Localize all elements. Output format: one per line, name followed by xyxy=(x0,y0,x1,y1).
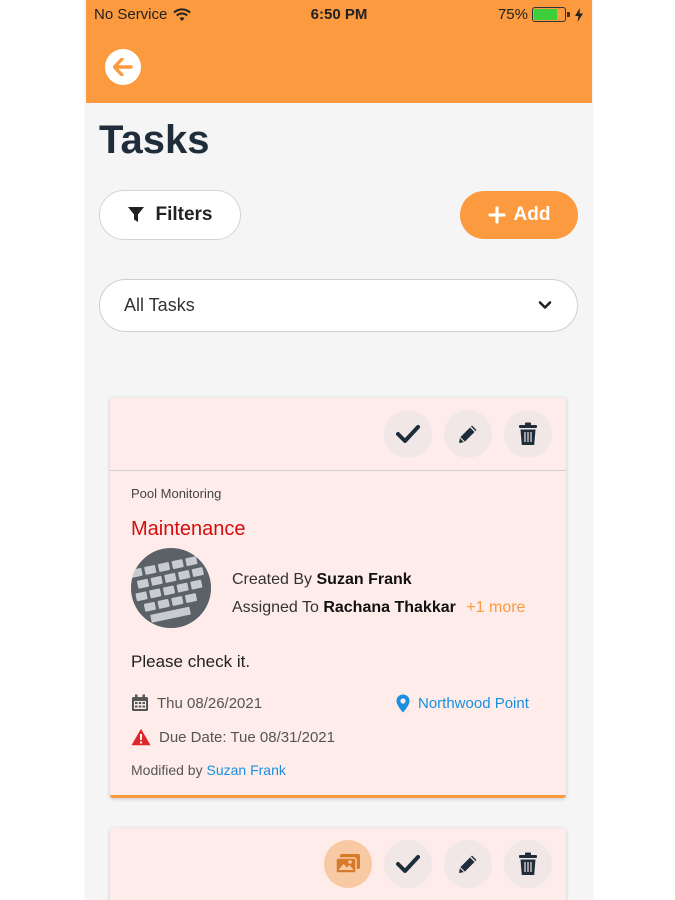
task-category: Pool Monitoring xyxy=(131,486,222,501)
plus-icon xyxy=(487,206,506,224)
card-actions xyxy=(384,410,552,458)
complete-button[interactable] xyxy=(384,840,432,888)
battery-icon xyxy=(532,7,570,22)
created-by-name: Suzan Frank xyxy=(316,571,412,588)
assigned-to-line: Assigned To Rachana Thakkar +1 more xyxy=(232,594,525,622)
assigned-more-link[interactable]: +1 more xyxy=(466,599,525,616)
created-by-prefix: Created By xyxy=(232,571,313,588)
add-button[interactable]: Add xyxy=(460,191,578,239)
status-right: 75% xyxy=(498,6,584,23)
filter-icon xyxy=(128,207,145,222)
task-description: Please check it. xyxy=(131,652,251,671)
assigned-to-prefix: Assigned To xyxy=(232,599,319,616)
avatar xyxy=(131,548,211,628)
check-icon xyxy=(396,425,420,443)
modified-by-name[interactable]: Suzan Frank xyxy=(206,762,285,778)
task-due-date: Due Date: Tue 08/31/2021 xyxy=(159,728,335,746)
modified-by-line: Modified by Suzan Frank xyxy=(131,762,286,778)
modified-by-prefix: Modified by xyxy=(131,762,203,778)
trash-icon xyxy=(519,852,537,875)
task-card[interactable]: Pool Monitoring Maintenance Created By S… xyxy=(110,398,566,798)
location-pin-icon xyxy=(396,694,410,713)
images-icon xyxy=(335,854,360,874)
card-divider xyxy=(110,470,566,471)
photos-button[interactable] xyxy=(324,840,372,888)
filters-label: Filters xyxy=(155,204,213,225)
edit-button[interactable] xyxy=(444,840,492,888)
back-button[interactable] xyxy=(105,49,141,85)
trash-icon xyxy=(519,422,537,445)
task-due-row: Due Date: Tue 08/31/2021 xyxy=(131,728,335,746)
created-by-line: Created By Suzan Frank xyxy=(232,566,525,594)
task-location-row[interactable]: Northwood Point xyxy=(396,694,529,713)
arrow-left-icon xyxy=(113,58,133,76)
task-title[interactable]: Maintenance xyxy=(131,518,246,541)
battery-percent: 75% xyxy=(497,6,528,23)
edit-button[interactable] xyxy=(444,410,492,458)
charging-icon xyxy=(575,7,583,22)
complete-button[interactable] xyxy=(384,410,432,458)
select-value: All Tasks xyxy=(124,295,195,315)
card-actions xyxy=(324,840,552,888)
check-icon xyxy=(396,855,420,873)
task-date: Thu 08/26/2021 xyxy=(157,694,263,712)
keyboard-photo xyxy=(131,548,211,628)
task-date-row: Thu 08/26/2021 xyxy=(131,694,262,712)
assigned-to-name: Rachana Thakkar xyxy=(323,599,456,616)
filters-button[interactable]: Filters xyxy=(99,190,241,240)
task-filter-select[interactable]: All Tasks xyxy=(99,279,578,332)
chevron-down-icon xyxy=(538,301,552,309)
page-title: Tasks xyxy=(99,118,210,162)
add-label: Add xyxy=(513,204,551,225)
delete-button[interactable] xyxy=(504,840,552,888)
phone-screen: No Service 6:50 PM 75% Tasks Filters Add… xyxy=(86,0,592,900)
status-bar: No Service 6:50 PM 75% xyxy=(86,0,592,30)
pencil-icon xyxy=(459,855,477,873)
task-card[interactable] xyxy=(110,828,566,900)
calendar-icon xyxy=(132,694,148,711)
task-location[interactable]: Northwood Point xyxy=(418,695,529,712)
pencil-icon xyxy=(459,425,477,443)
task-people: Created By Suzan Frank Assigned To Racha… xyxy=(232,566,525,622)
battery-fill xyxy=(534,9,557,20)
delete-button[interactable] xyxy=(504,410,552,458)
app-header: No Service 6:50 PM 75% xyxy=(86,0,592,103)
warning-icon xyxy=(131,728,151,746)
